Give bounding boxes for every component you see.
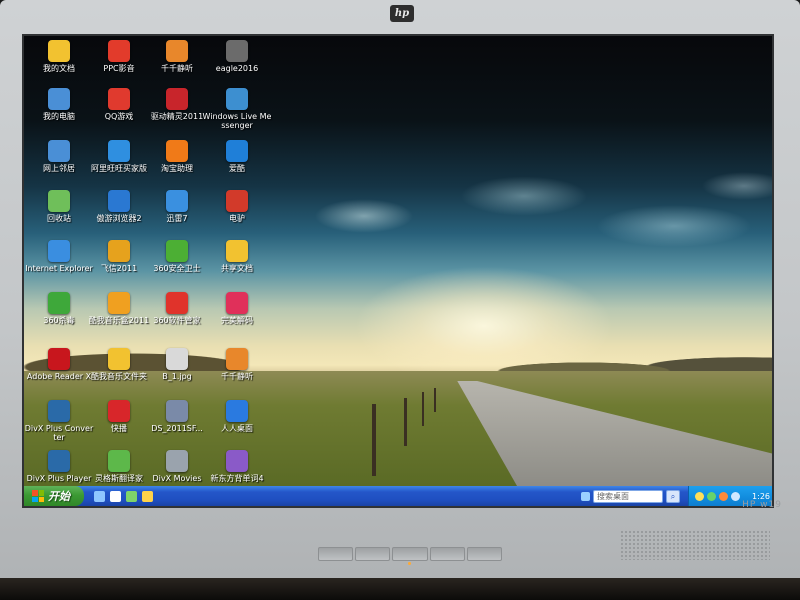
maxthon-icon (108, 190, 130, 212)
adobe-reader-icon (48, 348, 70, 370)
tray-icon[interactable] (695, 491, 704, 501)
fence-post (404, 398, 407, 446)
desktop-search-input[interactable]: 搜索桌面 (593, 489, 663, 503)
360-software-icon (166, 292, 188, 314)
monitor-model-label: HP w19 (742, 500, 782, 510)
fence-post (422, 392, 424, 426)
desktop-icon-label: eagle2016 (215, 64, 259, 73)
ttplayer-icon (226, 348, 248, 370)
desktop-icon-video-decoder[interactable]: 完美解码 (202, 292, 272, 325)
start-label: 开始 (48, 490, 70, 503)
qvod-icon (108, 400, 130, 422)
monitor-bezel: hp 我的文档 PPC影音 千千静听 eagle2016 我的电脑 QQ游戏 驱动精灵201… (0, 0, 800, 600)
shared-folder-icon (226, 240, 248, 262)
desktop-search-icon (581, 491, 590, 501)
desktop-icon-play[interactable]: 爱酷 (202, 140, 272, 173)
video-decoder-icon (226, 292, 248, 314)
my-computer-icon (48, 88, 70, 110)
monitor-button[interactable] (466, 547, 503, 561)
taobao-assistant-icon (166, 140, 188, 162)
desktop-icon-messenger[interactable]: Windows Live Messenger (202, 88, 272, 130)
power-led (408, 562, 411, 565)
quick-launch-bar (94, 490, 153, 502)
desktop-icon-ttplayer[interactable]: 千千静听 (202, 348, 272, 381)
folder-icon (108, 348, 130, 370)
desk-surface (0, 578, 800, 600)
divx-movies-icon (166, 450, 188, 472)
image-file-icon (166, 348, 188, 370)
desktop-icon-emule[interactable]: 电驴 (202, 190, 272, 223)
speaker-grill (620, 530, 770, 560)
360-security-icon (166, 240, 188, 262)
aliwangwang-icon (108, 140, 130, 162)
renren-icon (226, 400, 248, 422)
wallpaper-clouds (224, 156, 772, 266)
recycle-bin-icon (48, 190, 70, 212)
taskbar: 开始 搜索桌面 ⌕ 1:26 (24, 486, 772, 506)
tray-icon[interactable] (707, 491, 716, 501)
quick-launch-icon[interactable] (142, 490, 153, 502)
quick-launch-icon[interactable] (94, 490, 105, 502)
quick-launch-icon[interactable] (126, 490, 137, 502)
lingoes-icon (108, 450, 130, 472)
monitor-button[interactable] (355, 547, 391, 561)
360-antivirus-icon (48, 292, 70, 314)
hp-logo: hp (390, 5, 414, 22)
monitor-button[interactable] (429, 547, 465, 561)
qq-game-icon (108, 88, 130, 110)
game-icon (166, 400, 188, 422)
desktop-icon-vocabulary[interactable]: 新东方背单词4 (202, 450, 272, 483)
play-icon (226, 140, 248, 162)
quick-launch-icon[interactable] (110, 490, 121, 502)
windows-flag-icon (32, 490, 44, 502)
desktop-icon-app[interactable]: eagle2016 (202, 40, 272, 73)
ie-icon (48, 240, 70, 262)
search-go-button[interactable]: ⌕ (666, 489, 680, 503)
vocabulary-icon (226, 450, 248, 472)
desktop-icon-label: 千千静听 (221, 372, 253, 381)
ppc-player-icon (108, 40, 130, 62)
emule-icon (226, 190, 248, 212)
kuwo-icon (108, 292, 130, 314)
thunder-icon (166, 190, 188, 212)
folder-documents-icon (48, 40, 70, 62)
driver-genius-icon (166, 88, 188, 110)
desktop-icon-shared-folder[interactable]: 共享文档 (202, 240, 272, 273)
desktop-icon-label: 新东方背单词4 (210, 474, 264, 483)
ttplayer-icon (166, 40, 188, 62)
fence-post (434, 388, 436, 412)
fence-post (372, 404, 376, 476)
tray-icon[interactable] (719, 491, 728, 501)
desktop-icon-renren[interactable]: 人人桌面 (202, 400, 272, 433)
network-places-icon (48, 140, 70, 162)
desktop-search: 搜索桌面 ⌕ (581, 489, 680, 503)
desktop-icon-label: 爱酷 (229, 164, 245, 173)
desktop-icon-label: Windows Live Messenger (202, 112, 272, 130)
desktop-icon-label: 完美解码 (221, 316, 253, 325)
desktop-icon-label: 共享文档 (221, 264, 253, 273)
messenger-icon (226, 88, 248, 110)
start-button[interactable]: 开始 (24, 486, 84, 506)
app-icon (226, 40, 248, 62)
desktop-screen: 我的文档 PPC影音 千千静听 eagle2016 我的电脑 QQ游戏 驱动精灵2011 Wi… (22, 34, 774, 508)
fetion-icon (108, 240, 130, 262)
divx-converter-icon (48, 400, 70, 422)
monitor-front-buttons (318, 547, 503, 561)
monitor-button[interactable] (318, 547, 354, 561)
tray-icon[interactable] (731, 491, 740, 501)
divx-player-icon (48, 450, 70, 472)
desktop-icon-label: 人人桌面 (221, 424, 253, 433)
desktop-icon-label: 电驴 (229, 214, 245, 223)
monitor-button[interactable] (392, 547, 428, 561)
